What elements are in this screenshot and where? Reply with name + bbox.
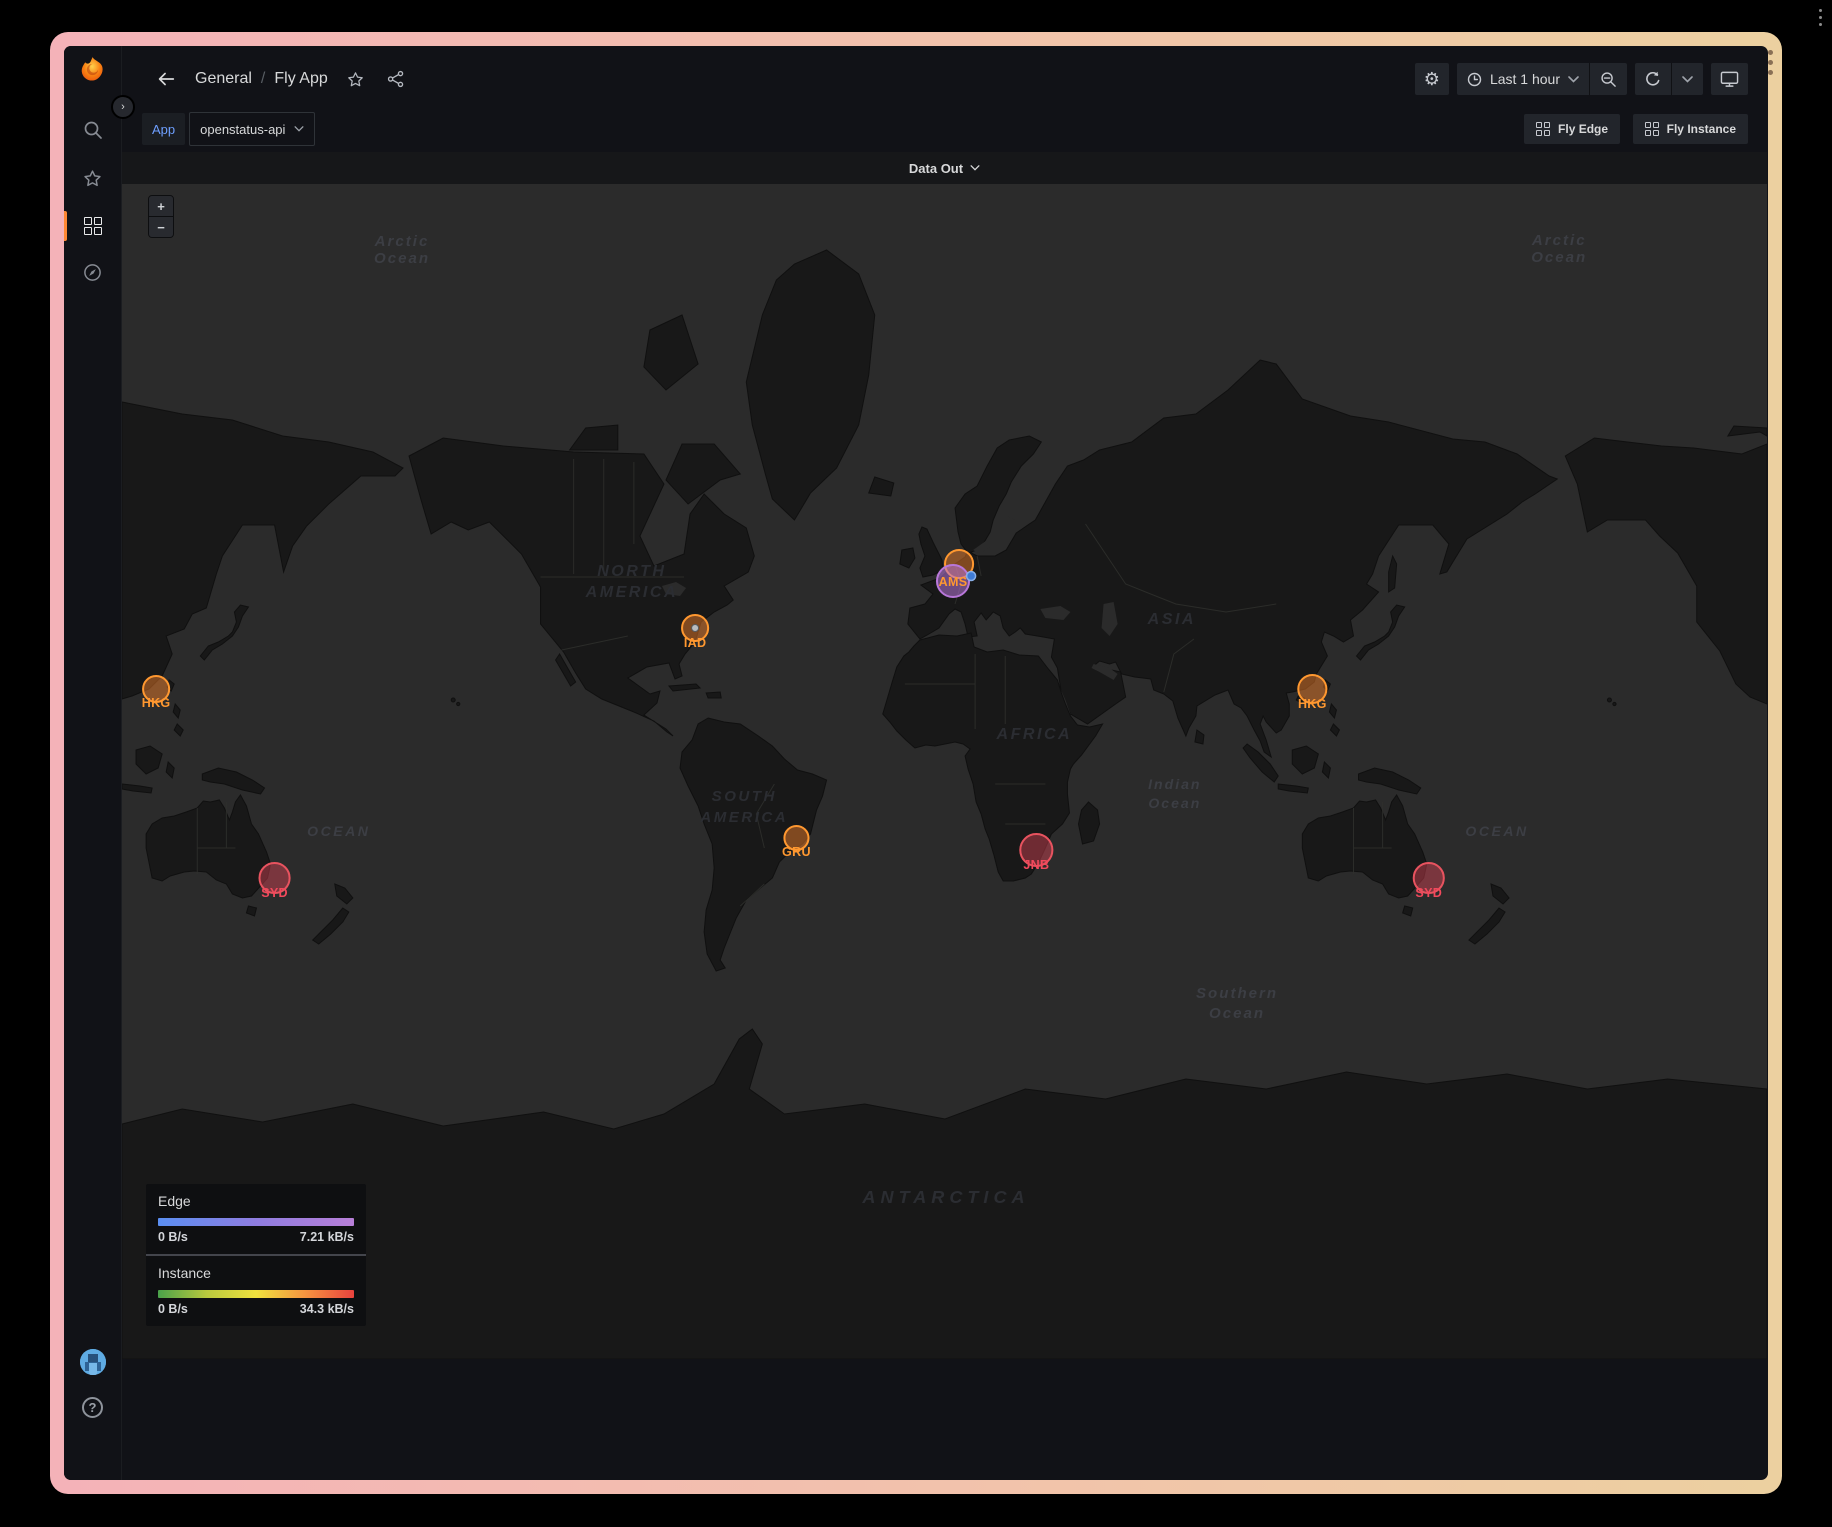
breadcrumb-folder[interactable]: General: [195, 70, 252, 88]
map-label: OCEAN: [307, 823, 370, 839]
map-label: ANTARCTICA: [861, 1187, 1029, 1207]
zoom-out-button[interactable]: −: [149, 217, 173, 237]
window-border-dot: [1768, 70, 1773, 75]
user-avatar[interactable]: [80, 1349, 106, 1375]
marker-label-syd: SYD: [261, 886, 288, 900]
marker-label-hkg: HKG: [142, 696, 171, 710]
dashboard-settings-button[interactable]: ⚙: [1415, 63, 1449, 95]
map-label: ASIA: [1147, 610, 1196, 628]
marker-center-dot: [692, 625, 699, 632]
geomap-panel: Data Out: [122, 152, 1767, 1359]
zoom-in-button[interactable]: +: [149, 196, 173, 216]
chevron-down-icon: [1682, 76, 1693, 83]
world-map[interactable]: ArcticOceanArcticOceanNORTHAMERICAASIAAF…: [122, 184, 1767, 1359]
legend-section-instance: Instance 0 B/s 34.3 kB/s: [146, 1254, 366, 1326]
compass-icon: [82, 262, 103, 283]
sidebar-item-search[interactable]: [64, 107, 121, 153]
panel-links: Fly Edge Fly Instance: [1524, 114, 1748, 144]
legend-max: 7.21 kB/s: [300, 1230, 354, 1244]
map-zoom-control: + −: [148, 195, 174, 238]
time-range-picker[interactable]: Last 1 hour: [1457, 63, 1589, 95]
legend-max: 34.3 kB/s: [300, 1302, 354, 1316]
legend-min: 0 B/s: [158, 1302, 188, 1316]
marker-label-iad: IAD: [684, 636, 707, 650]
map-marker[interactable]: [967, 572, 976, 581]
refresh-icon: [1645, 71, 1661, 87]
top-navbar: General / Fly App: [121, 46, 1768, 106]
panel-title: Data Out: [909, 161, 963, 176]
grafana-logo[interactable]: [79, 56, 106, 83]
variable-label: App: [142, 113, 185, 145]
dashboards-icon: [84, 217, 102, 235]
refresh-interval-dropdown[interactable]: [1672, 63, 1703, 95]
map-label: ArcticOcean: [1531, 232, 1587, 266]
panel-header[interactable]: Data Out: [122, 152, 1767, 184]
apps-icon: [1645, 122, 1659, 136]
magnifier-minus-icon: [1600, 71, 1617, 88]
apps-icon: [1536, 122, 1550, 136]
breadcrumb: General / Fly App: [195, 70, 328, 88]
sidebar: ›: [64, 46, 122, 1480]
legend-title: Edge: [158, 1193, 354, 1209]
app-variable-dropdown[interactable]: openstatus-api: [189, 112, 315, 146]
sidebar-item-explore[interactable]: [64, 249, 121, 295]
chevron-down-icon: [1568, 76, 1579, 83]
legend-gradient-bar: [158, 1218, 354, 1226]
main-area: General / Fly App: [121, 46, 1768, 1480]
topbar-actions: ⚙ Last 1 hour: [1415, 63, 1748, 95]
map-label: ArcticOcean: [374, 233, 430, 267]
time-range-group: Last 1 hour: [1457, 63, 1627, 95]
grafana-app: ›: [64, 46, 1768, 1480]
window-border-dot: [1768, 60, 1773, 65]
fly-edge-link[interactable]: Fly Edge: [1524, 114, 1620, 144]
breadcrumb-title: Fly App: [274, 70, 327, 88]
chevron-down-icon: [970, 165, 980, 171]
chevron-down-icon: [294, 126, 304, 132]
marker-label-hkg: HKG: [1298, 697, 1327, 711]
share-icon[interactable]: [383, 66, 409, 92]
monitor-icon: [1720, 70, 1739, 88]
legend-title: Instance: [158, 1265, 354, 1281]
refresh-group: [1635, 63, 1703, 95]
back-button[interactable]: [151, 64, 181, 94]
refresh-button[interactable]: [1635, 63, 1671, 95]
fly-edge-label: Fly Edge: [1558, 122, 1608, 136]
help-icon[interactable]: ?: [82, 1397, 103, 1418]
time-range-label: Last 1 hour: [1490, 71, 1560, 87]
legend-gradient-bar: [158, 1290, 354, 1298]
map-label: OCEAN: [1465, 823, 1528, 839]
app-variable-value: openstatus-api: [200, 122, 285, 137]
star-dashboard-button[interactable]: [342, 66, 369, 93]
map-legend: Edge 0 B/s 7.21 kB/s Instance 0 B/s: [146, 1184, 366, 1326]
dashboard-submenu: App openstatus-api Fly Edge Fly Instance: [121, 106, 1768, 152]
fly-instance-label: Fly Instance: [1667, 122, 1736, 136]
legend-min: 0 B/s: [158, 1230, 188, 1244]
map-label: AFRICA: [995, 725, 1072, 743]
window-border-dot: [1768, 50, 1773, 55]
gear-icon: ⚙: [1424, 70, 1440, 88]
tv-mode-button[interactable]: [1711, 63, 1748, 95]
zoom-out-time-button[interactable]: [1590, 63, 1627, 95]
legend-section-edge: Edge 0 B/s 7.21 kB/s: [146, 1184, 366, 1254]
search-icon: [83, 120, 103, 140]
breadcrumb-separator: /: [261, 70, 265, 88]
screen-corner-dot: [1819, 9, 1822, 12]
star-icon: [82, 168, 103, 189]
screen-corner-dot: [1819, 23, 1822, 26]
sidebar-item-dashboards[interactable]: [64, 203, 121, 249]
screen-corner-dot: [1819, 16, 1822, 19]
geomap[interactable]: ArcticOceanArcticOceanNORTHAMERICAASIAAF…: [122, 184, 1767, 1359]
marker-label-syd: SYD: [1415, 886, 1442, 900]
app-window: ›: [50, 32, 1782, 1494]
marker-label-gru: GRU: [782, 845, 811, 859]
clock-icon: [1467, 72, 1482, 87]
sidebar-item-starred[interactable]: [64, 155, 121, 201]
fly-instance-link[interactable]: Fly Instance: [1633, 114, 1748, 144]
marker-label-ams: AMS: [939, 575, 968, 589]
marker-label-jnb: JNB: [1023, 858, 1049, 872]
